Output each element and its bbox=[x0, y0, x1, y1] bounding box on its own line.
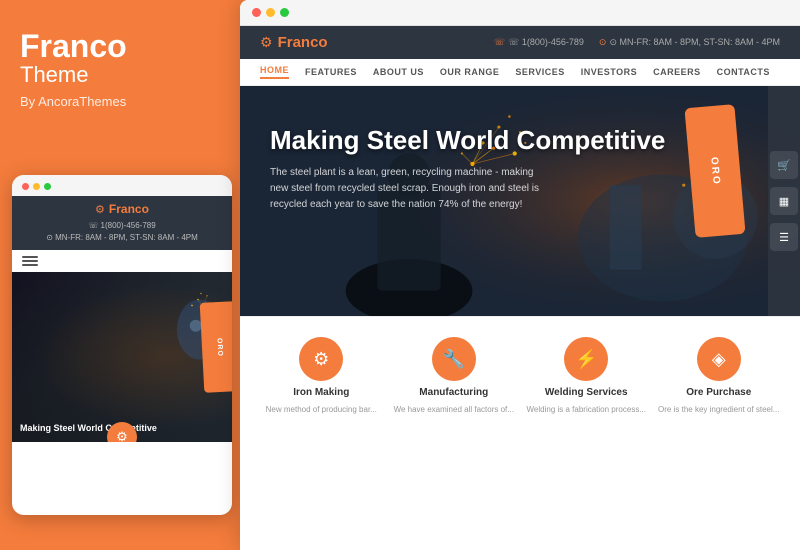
manufacturing-icon: 🔧 bbox=[432, 337, 476, 381]
clock-icon: ⊙ bbox=[599, 37, 607, 48]
desktop-logo-text: Franco bbox=[278, 34, 328, 51]
brand-subtitle: Theme bbox=[20, 62, 225, 88]
desktop-mockup: ⚙ Franco ☏ ☏ 1(800)-456-789 ⊙ ⊙ MN-FR: 8… bbox=[240, 0, 800, 550]
mobile-gear-icon: ⚙ bbox=[95, 203, 105, 216]
mobile-dot-yellow bbox=[33, 183, 40, 190]
desktop-dot-yellow bbox=[266, 8, 275, 17]
desktop-dot-green bbox=[280, 8, 289, 17]
mobile-logo-text: Franco bbox=[109, 202, 149, 216]
ore-purchase-icon: ◈ bbox=[697, 337, 741, 381]
iron-making-title: Iron Making bbox=[293, 387, 349, 398]
mobile-header: ⚙ Franco ☏ 1(800)-456-789 ⊙ MN-FR: 8AM -… bbox=[12, 196, 232, 250]
nav-careers[interactable]: CAREERS bbox=[653, 67, 701, 77]
service-manufacturing: 🔧 Manufacturing We have examined all fac… bbox=[393, 337, 516, 415]
nav-home[interactable]: HOME bbox=[260, 65, 289, 79]
nav-services[interactable]: SERVICES bbox=[515, 67, 564, 77]
mobile-card: ORO bbox=[200, 301, 232, 393]
manufacturing-title: Manufacturing bbox=[419, 387, 488, 398]
desktop-card-text: ORO bbox=[708, 156, 721, 186]
ore-purchase-title: Ore Purchase bbox=[686, 387, 751, 398]
sidebar-list-icon[interactable]: ☰ bbox=[770, 223, 798, 251]
ore-purchase-desc: Ore is the key ingredient of steel... bbox=[658, 404, 779, 415]
mobile-hours: ⊙ MN-FR: 8AM - 8PM, ST-SN: 8AM - 4PM bbox=[46, 232, 198, 244]
mobile-dot-red bbox=[22, 183, 29, 190]
desktop-phone: ☏ ☏ 1(800)-456-789 bbox=[494, 37, 584, 48]
sidebar-grid-icon[interactable]: ▦ bbox=[770, 187, 798, 215]
nav-about[interactable]: ABOUT US bbox=[373, 67, 424, 77]
desktop-hero-desc: The steel plant is a lean, green, recycl… bbox=[270, 165, 550, 213]
brand-section: Franco Theme By AncoraThemes bbox=[20, 30, 225, 109]
sidebar-cart-icon[interactable]: 🛒 bbox=[770, 151, 798, 179]
left-panel: Franco Theme By AncoraThemes ⚙ Franco ☏ … bbox=[0, 0, 245, 550]
desktop-hero: Making Steel World Competitive The steel… bbox=[240, 86, 800, 316]
brand-title: Franco bbox=[20, 30, 225, 62]
mobile-card-text: ORO bbox=[216, 337, 224, 356]
nav-contacts[interactable]: CONTACTS bbox=[717, 67, 770, 77]
desktop-header-info: ☏ ☏ 1(800)-456-789 ⊙ ⊙ MN-FR: 8AM - 8PM,… bbox=[494, 37, 780, 48]
nav-investors[interactable]: INVESTORS bbox=[581, 67, 637, 77]
service-ore-purchase: ◈ Ore Purchase Ore is the key ingredient… bbox=[658, 337, 781, 415]
desktop-hours: ⊙ ⊙ MN-FR: 8AM - 8PM, ST-SN: 8AM - 4PM bbox=[599, 37, 780, 48]
mobile-phone: ☏ 1(800)-456-789 bbox=[88, 220, 155, 232]
mobile-hero: ORO Making Steel World Competitive ⚙ bbox=[12, 272, 232, 442]
desktop-nav: HOME FEATURES ABOUT US OUR RANGE SERVICE… bbox=[240, 59, 800, 86]
welding-title: Welding Services bbox=[545, 387, 628, 398]
nav-features[interactable]: FEATURES bbox=[305, 67, 357, 77]
mobile-hamburger-menu[interactable] bbox=[12, 250, 232, 272]
desktop-header: ⚙ Franco ☏ ☏ 1(800)-456-789 ⊙ ⊙ MN-FR: 8… bbox=[240, 26, 800, 59]
hamburger-line-1 bbox=[22, 256, 38, 258]
desktop-gear-icon: ⚙ bbox=[260, 34, 273, 51]
desktop-titlebar bbox=[240, 0, 800, 26]
mobile-logo: ⚙ Franco bbox=[95, 202, 149, 216]
mobile-dot-green bbox=[44, 183, 51, 190]
desktop-dot-red bbox=[252, 8, 261, 17]
desktop-services: ⚙ Iron Making New method of producing ba… bbox=[240, 316, 800, 435]
hamburger-line-3 bbox=[22, 264, 38, 266]
service-welding: ⚡ Welding Services Welding is a fabricat… bbox=[525, 337, 648, 415]
welding-desc: Welding is a fabrication process... bbox=[527, 404, 646, 415]
nav-range[interactable]: OUR RANGE bbox=[440, 67, 500, 77]
desktop-sidebar-icons: 🛒 ▦ ☰ bbox=[768, 86, 800, 316]
brand-by: By AncoraThemes bbox=[20, 94, 225, 109]
desktop-logo: ⚙ Franco bbox=[260, 34, 328, 51]
service-iron-making: ⚙ Iron Making New method of producing ba… bbox=[260, 337, 383, 415]
mobile-titlebar bbox=[12, 175, 232, 196]
welding-icon: ⚡ bbox=[564, 337, 608, 381]
mobile-mockup: ⚙ Franco ☏ 1(800)-456-789 ⊙ MN-FR: 8AM -… bbox=[12, 175, 232, 515]
hamburger-line-2 bbox=[22, 260, 38, 262]
iron-making-desc: New method of producing bar... bbox=[266, 404, 377, 415]
phone-icon: ☏ bbox=[494, 37, 505, 48]
manufacturing-desc: We have examined all factors of... bbox=[394, 404, 514, 415]
iron-making-icon: ⚙ bbox=[299, 337, 343, 381]
